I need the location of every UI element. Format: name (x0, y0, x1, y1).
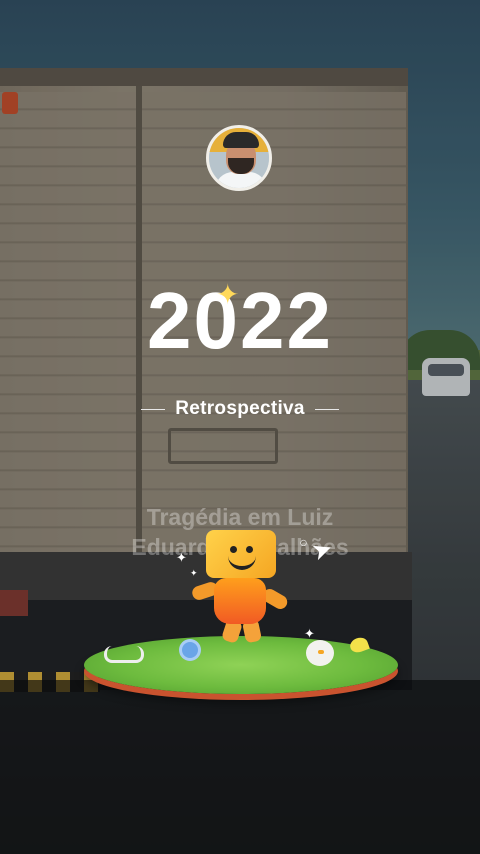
chick-beak (318, 650, 324, 654)
subtitle-row: Retrospectiva (0, 396, 480, 422)
island-sparkle-icon: ✦ (304, 627, 315, 642)
sparkle-icon: ✦ (216, 278, 240, 311)
profile-avatar[interactable] (206, 125, 272, 191)
mascot-eye-left (230, 546, 237, 553)
subtitle-line-left (141, 408, 166, 410)
subtitle-line-right (314, 408, 339, 410)
mascot-eye-right (246, 546, 253, 553)
mascot-head (206, 530, 276, 578)
chick-icon (306, 640, 334, 666)
small-sparkle-icon: ✦ (176, 551, 187, 566)
bone-decoration (104, 646, 144, 663)
mascot-character (188, 528, 294, 648)
tiny-sparkle-icon: ✦ (190, 569, 198, 579)
mascot-smile (228, 554, 256, 570)
mascot-body (214, 578, 266, 624)
circle-sparkle-icon: ○ (300, 538, 307, 547)
avatar-cap (223, 132, 259, 148)
subtitle-text: Retrospectiva (175, 398, 305, 419)
